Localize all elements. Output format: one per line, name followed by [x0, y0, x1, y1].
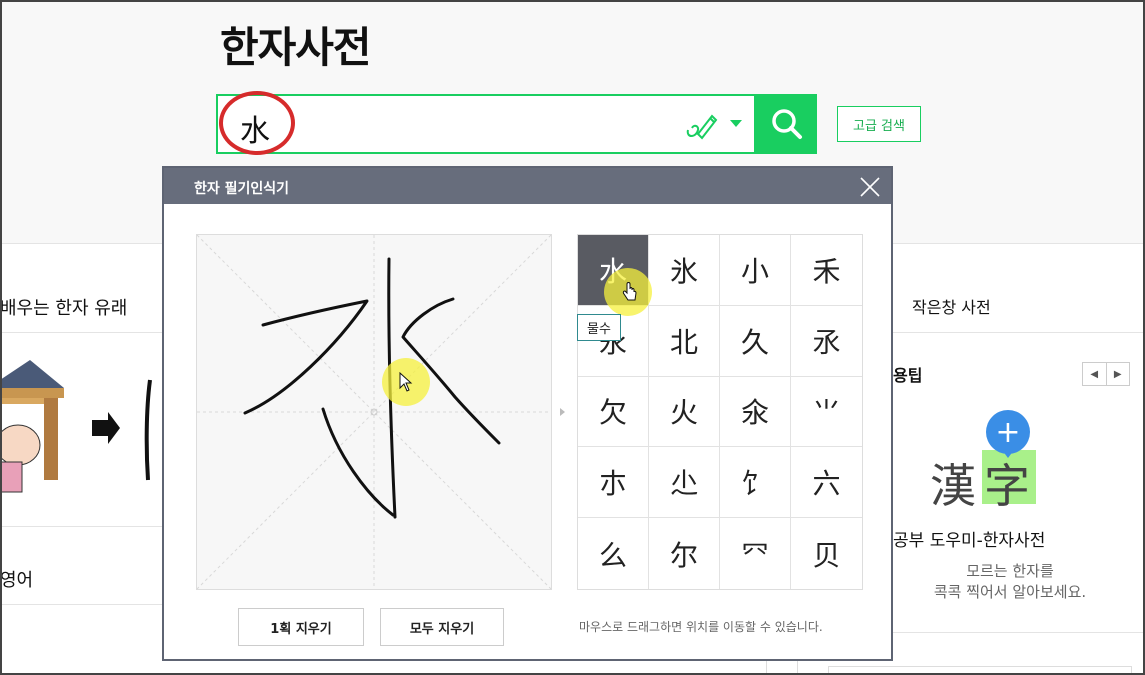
drag-hint: 마우스로 드래그하면 위치를 이동할 수 있습니다.: [579, 620, 823, 634]
left-item-english[interactable]: 영어: [0, 566, 33, 592]
divider: [797, 660, 798, 675]
plus-pointer: [1002, 450, 1014, 458]
erase-all-button[interactable]: 모두 지우기: [380, 608, 504, 646]
divider: [0, 332, 162, 333]
candidate-cell[interactable]: 氶: [791, 305, 862, 377]
search-input[interactable]: 水: [216, 94, 756, 154]
candidate-cell[interactable]: ⺌: [791, 376, 862, 448]
candidate-cell[interactable]: 尐: [649, 447, 720, 519]
left-item-origin[interactable]: 배우는 한자 유래: [0, 294, 127, 320]
popup-title: 한자 필기인식기: [194, 181, 290, 197]
promo-title: 자 공부 도우미-한자사전: [872, 531, 1046, 551]
gate-illustration: [0, 360, 152, 493]
divider: [893, 332, 1145, 333]
search-icon: [771, 109, 802, 139]
chevron-down-icon[interactable]: [730, 120, 742, 127]
candidate-cell[interactable]: 禾: [791, 235, 862, 306]
search-button[interactable]: [756, 94, 817, 154]
handwritten-strokes: [243, 257, 501, 519]
divider: [0, 526, 162, 527]
tips-heading: 용팁: [893, 366, 923, 385]
candidate-cell[interactable]: ⺳: [720, 518, 791, 589]
candidate-cell[interactable]: 久: [720, 305, 791, 377]
handwriting-recognizer-popup[interactable]: 한자 필기인식기 水 氷 小 禾 永 北 久 氶 欠 火 氽 ⺌ 朩 尐 饣 六…: [162, 166, 893, 661]
next-button[interactable]: ▶: [1107, 363, 1130, 385]
pen-icon[interactable]: [684, 108, 720, 142]
plus-icon: +: [986, 410, 1030, 454]
popup-header[interactable]: 한자 필기인식기: [164, 168, 891, 204]
bottom-box: [828, 666, 1132, 675]
divider: [893, 632, 1145, 633]
promo-desc-line2: 콕콕 찍어서 알아보세요.: [933, 583, 1087, 601]
candidate-cell[interactable]: 尔: [649, 518, 720, 589]
cursor-icon: [399, 372, 413, 392]
candidate-cell[interactable]: 么: [578, 518, 649, 589]
prev-button[interactable]: ◀: [1083, 363, 1107, 385]
hand-cursor-icon: [622, 282, 637, 301]
divider: [0, 604, 162, 605]
candidate-cell[interactable]: 北: [649, 305, 720, 377]
candidate-tooltip: 물수: [577, 314, 621, 341]
erase-one-stroke-button[interactable]: 1획 지우기: [238, 608, 364, 646]
divider: [766, 660, 767, 675]
handwriting-canvas[interactable]: [196, 234, 552, 590]
promo-hanja-1: 漢: [930, 459, 976, 513]
advanced-search-button[interactable]: 고급 검색: [837, 106, 921, 142]
candidate-cell[interactable]: 氽: [720, 376, 791, 448]
small-window-dictionary-link[interactable]: 작은창 사전: [912, 294, 991, 318]
candidate-cell[interactable]: 朩: [578, 447, 649, 519]
annotation-red-circle: [219, 91, 295, 155]
canvas-arrow-icon: [560, 408, 565, 416]
page-title: 한자사전: [220, 23, 372, 72]
candidate-cell[interactable]: 欠: [578, 376, 649, 448]
candidate-cell[interactable]: 贝: [791, 518, 862, 589]
close-icon[interactable]: [859, 176, 881, 198]
carousel-nav: ◀ ▶: [1082, 362, 1130, 386]
promo-hanja-2: 字: [984, 459, 1030, 513]
candidate-cell[interactable]: 小: [720, 235, 791, 306]
candidate-cell[interactable]: 六: [791, 447, 862, 519]
candidate-cell[interactable]: 氷: [649, 235, 720, 306]
promo-desc-line1: 모르는 한자를: [966, 562, 1054, 580]
candidate-cell[interactable]: 火: [649, 376, 720, 448]
candidate-cell[interactable]: 饣: [720, 447, 791, 519]
